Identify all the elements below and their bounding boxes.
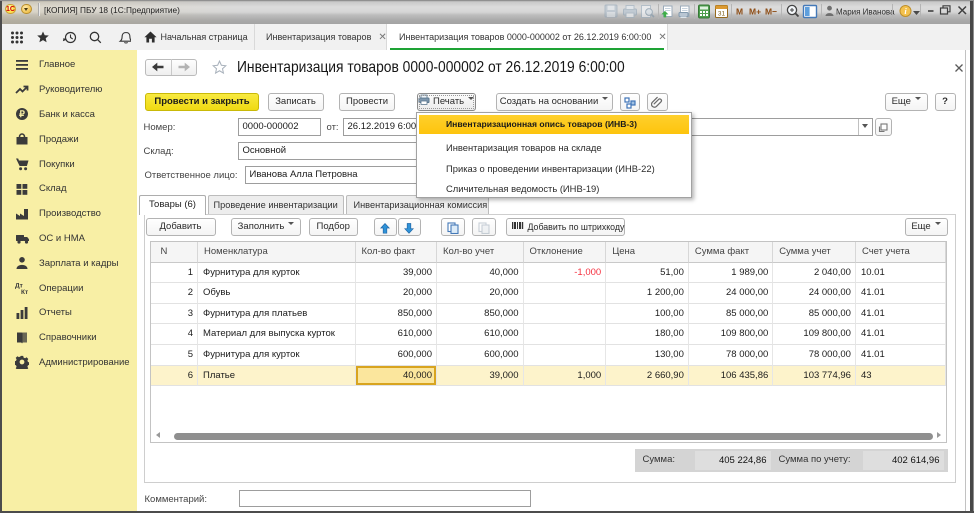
svg-text:M−: M− xyxy=(765,7,777,17)
svg-text:₽: ₽ xyxy=(19,110,25,120)
svg-text:M+: M+ xyxy=(749,7,761,17)
svg-text:31: 31 xyxy=(718,11,726,18)
svg-text:M: M xyxy=(736,7,743,17)
svg-text:Мария Иванова: Мария Иванова xyxy=(836,8,895,17)
svg-text:Кт: Кт xyxy=(21,289,28,295)
